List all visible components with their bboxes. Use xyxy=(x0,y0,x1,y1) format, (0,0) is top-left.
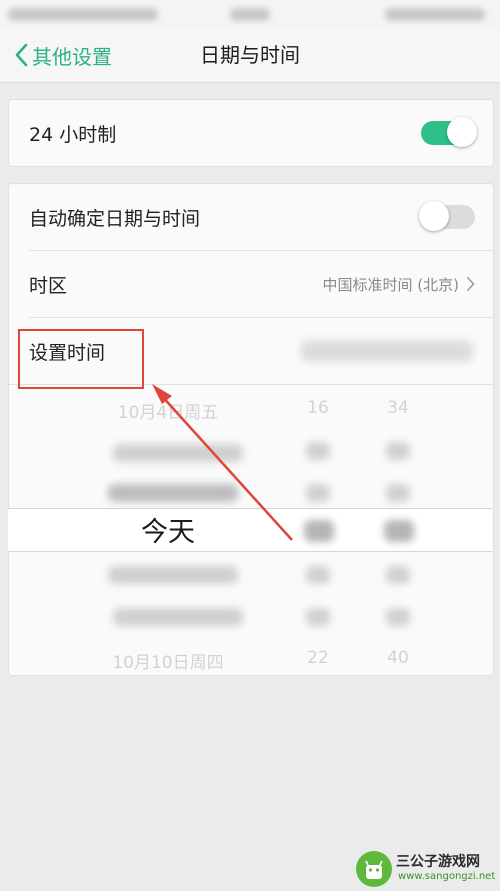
picker-hour-item-blurred xyxy=(306,608,330,626)
auto-time-toggle[interactable] xyxy=(419,201,475,231)
hour24-label: 24 小时制 xyxy=(29,123,117,146)
picker-date-item-blurred xyxy=(113,444,243,462)
picker-selected-date[interactable]: 今天 xyxy=(108,510,228,549)
auto-time-row[interactable]: 自动确定日期与时间 xyxy=(9,184,493,250)
picker-hour-item[interactable]: 16 xyxy=(298,398,338,418)
status-bar xyxy=(0,0,500,28)
picker-date-item-blurred xyxy=(108,484,238,502)
annotation-highlight-box xyxy=(18,329,144,389)
picker-hour-item[interactable]: 22 xyxy=(298,648,338,668)
current-time-value-blurred xyxy=(301,340,473,362)
auto-time-label: 自动确定日期与时间 xyxy=(29,207,201,230)
picker-minute-item-blurred xyxy=(386,608,410,626)
watermark-logo: 三公子游戏网 www.sangongzi.net xyxy=(356,849,500,889)
picker-hour-item-blurred xyxy=(306,484,330,502)
toggle-knob xyxy=(447,117,477,147)
picker-hour-selected-blurred xyxy=(304,520,334,542)
timezone-value: 中国标准时间 (北京) xyxy=(322,275,459,294)
picker-date-item-blurred xyxy=(113,608,243,626)
hour24-card: 24 小时制 xyxy=(8,99,494,167)
picker-minute-item-blurred xyxy=(386,484,410,502)
hour24-toggle[interactable] xyxy=(421,117,477,147)
picker-date-item[interactable]: 10月10日周四 xyxy=(98,648,238,673)
picker-selection-band xyxy=(8,508,492,552)
android-logo-icon xyxy=(356,851,392,887)
nav-bar: 其他设置 日期与时间 xyxy=(0,28,500,83)
status-bar-center-blur xyxy=(230,8,270,21)
watermark-url: www.sangongzi.net xyxy=(398,871,496,882)
picker-minute-selected-blurred xyxy=(384,520,414,542)
page-title: 日期与时间 xyxy=(200,43,300,67)
picker-minute-item[interactable]: 34 xyxy=(378,398,418,418)
date-time-picker[interactable]: 10月4日周五 今天 10月10日周四 16 22 34 40 xyxy=(8,384,492,674)
picker-date-item[interactable]: 10月4日周五 xyxy=(98,398,238,423)
picker-minute-item[interactable]: 40 xyxy=(378,648,418,668)
picker-minute-item-blurred xyxy=(386,442,410,460)
picker-hour-item-blurred xyxy=(306,566,330,584)
chevron-right-icon xyxy=(466,276,475,292)
status-bar-left-blur xyxy=(8,8,158,21)
picker-minute-item-blurred xyxy=(386,566,410,584)
status-bar-right-blur xyxy=(385,8,485,21)
watermark-title: 三公子游戏网 xyxy=(396,854,480,870)
picker-selection-line-top xyxy=(8,508,492,509)
timezone-row[interactable]: 时区 中国标准时间 (北京) xyxy=(9,251,493,317)
picker-hour-item-blurred xyxy=(306,442,330,460)
picker-selection-line-bottom xyxy=(8,551,492,552)
hour24-row[interactable]: 24 小时制 xyxy=(9,100,493,166)
picker-date-item-blurred xyxy=(108,566,238,584)
toggle-knob xyxy=(419,201,449,231)
timezone-label: 时区 xyxy=(29,274,68,297)
